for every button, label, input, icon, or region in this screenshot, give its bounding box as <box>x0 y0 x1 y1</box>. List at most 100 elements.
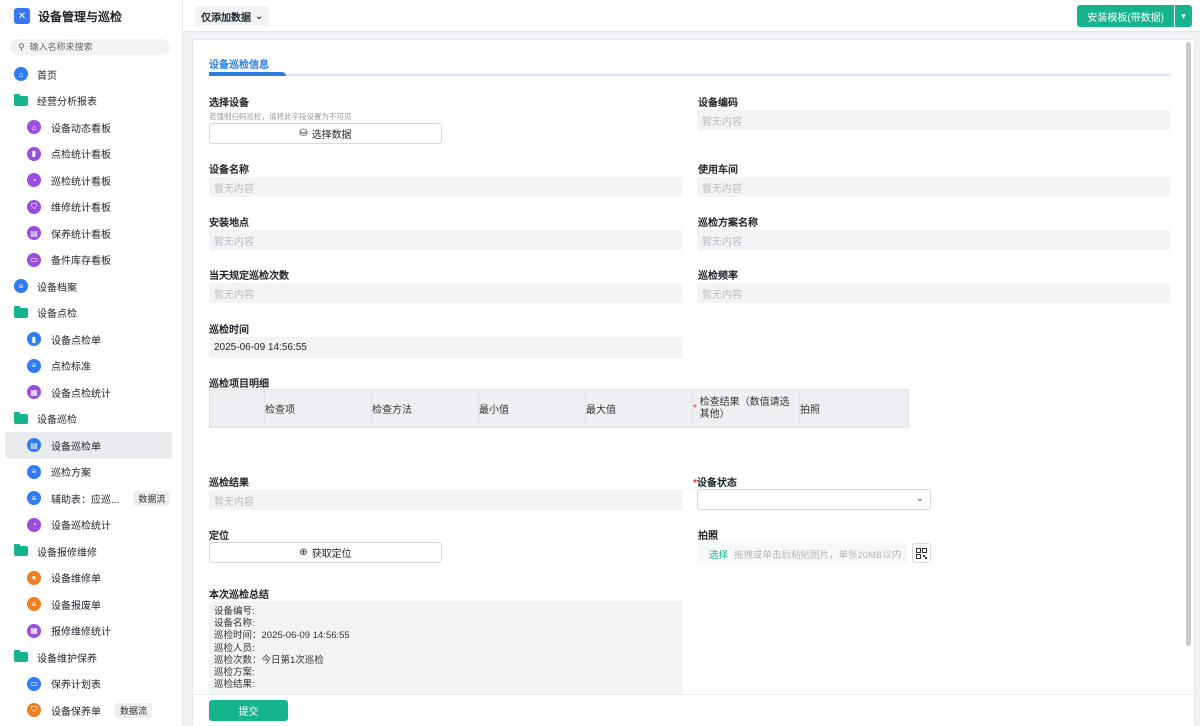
get-location-label: 获取定位 <box>311 549 352 560</box>
search-box[interactable]: ⚲ <box>10 39 170 55</box>
summary-textarea[interactable]: 设备编号: 设备名称: 巡检时间：2025-06-09 14:56:55 巡检人… <box>209 601 682 694</box>
sidebar-item[interactable]: ▦ 报修维修统计 <box>0 618 182 645</box>
bookmark-icon: ▮ <box>27 332 41 347</box>
column-header: 最小值 <box>479 390 586 427</box>
column-header: 检查结果（数值请选其他） <box>699 396 790 420</box>
folder-icon <box>14 93 28 106</box>
sidebar-item-label: 点检统计看板 <box>51 150 111 162</box>
tab-device-inspection-info[interactable]: 设备巡检信息 <box>209 56 269 71</box>
sidebar-item[interactable]: ● 设备维修单 <box>0 565 182 592</box>
shield-icon: ⛉ <box>27 199 41 214</box>
sidebar-item[interactable]: ≡ 设备报废单 <box>0 591 182 618</box>
get-location-button[interactable]: ⊕ 获取定位 <box>209 542 442 563</box>
sidebar-item[interactable]: ▭ 备件库存看板 <box>0 247 182 274</box>
sidebar-item[interactable]: ≡ 点检标准 <box>0 353 182 380</box>
list-icon: ≡ <box>27 491 41 506</box>
photo-upload-tip: 拖拽或单击后粘贴图片，单张20MB以内 <box>734 549 902 561</box>
tab-divider <box>209 74 1171 76</box>
user-icon: ● <box>27 570 41 585</box>
frequency-label: 巡检频率 <box>698 271 738 282</box>
column-header: 检查方法 <box>372 390 479 427</box>
plan-name-field: 暂无内容 <box>697 230 1170 250</box>
data-filter-dropdown[interactable]: 仅添加数据 ⌄ <box>195 6 270 26</box>
sidebar-item[interactable]: ≡ 巡检方案 <box>0 459 182 486</box>
sidebar-item[interactable]: ◔ 巡检统计看板 <box>0 167 182 194</box>
frequency-field: 暂无内容 <box>697 283 1170 303</box>
install-template-button[interactable]: 安装模板(带数据) <box>1077 5 1174 27</box>
summary-line: 巡检次数：今日第1次巡检 <box>214 654 324 666</box>
dataflow-badge: 数据流 <box>133 490 171 506</box>
sidebar-item[interactable]: ⌂ 首页 <box>0 61 182 88</box>
top-bar: 仅添加数据 ⌄ 安装模板(带数据) ▾ <box>183 0 1200 32</box>
sidebar-item[interactable]: ⛉ 维修统计看板 <box>0 194 182 221</box>
summary-line: 巡检方案: <box>214 667 255 679</box>
sidebar-item[interactable]: ⌂ 设备动态看板 <box>0 114 182 141</box>
sidebar-item-label: 巡检统计看板 <box>51 176 111 188</box>
sidebar-item[interactable]: 设备维护保养 <box>0 644 182 671</box>
submit-button[interactable]: 提交 <box>209 700 288 721</box>
photo-select-link[interactable]: 选择 <box>709 547 728 561</box>
inspection-items-label: 巡检项目明细 <box>209 379 269 390</box>
sidebar-item-label: 辅助表：应巡... <box>51 494 120 506</box>
sidebar-item[interactable]: ▦ 设备点检统计 <box>0 379 182 406</box>
chart-icon: ▦ <box>27 385 41 400</box>
card-icon: ▭ <box>27 676 41 691</box>
folder-icon <box>14 305 28 318</box>
device-code-label: 设备编码 <box>698 98 738 109</box>
summary-line: 设备编号: <box>214 606 255 617</box>
chart-icon: ▦ <box>27 623 41 638</box>
inspection-time-label: 巡检时间 <box>209 325 249 336</box>
sidebar-item-label: 备件库存看板 <box>51 256 111 268</box>
select-data-label: 选择数据 <box>311 130 352 141</box>
scrollbar[interactable] <box>1186 42 1191 646</box>
list-icon: ≡ <box>27 358 41 373</box>
required-mark: * <box>693 402 700 414</box>
sidebar-item-label: 维修统计看板 <box>51 203 111 215</box>
location-icon: ⊕ <box>299 547 308 558</box>
folder-icon <box>14 650 28 663</box>
inspection-result-field: 暂无内容 <box>209 490 682 510</box>
sidebar-item[interactable]: ⛉ 设备保养单 数据流 <box>0 697 182 724</box>
sidebar-item[interactable]: 设备点检 <box>0 300 182 327</box>
tab-active-indicator <box>209 72 286 76</box>
sidebar-item[interactable]: 设备巡检 <box>0 406 182 433</box>
select-device-label: 选择设备 <box>209 98 249 109</box>
sidebar-item[interactable]: ▤ 保养统计看板 <box>0 220 182 247</box>
sidebar-item[interactable]: ▮ 设备点检单 <box>0 326 182 353</box>
summary-line: 设备名称: <box>214 618 255 630</box>
sidebar-item[interactable]: ≡ 设备档案 <box>0 273 182 300</box>
box-icon: ▭ <box>27 252 41 267</box>
sidebar-item[interactable]: ≡ 辅助表：应巡... 数据流 <box>0 485 182 512</box>
sidebar-item[interactable]: ▮ 点检统计看板 <box>0 141 182 168</box>
data-filter-label: 仅添加数据 <box>201 12 251 24</box>
sidebar-item[interactable]: ▤ 设备巡检单 <box>5 432 172 459</box>
sidebar-item-label: 设备点检单 <box>51 335 101 347</box>
inspection-items-table: 检查项 检查方法 最小值 最大值 * 检查结果（数值请选其他） 拍照 <box>209 389 909 428</box>
sidebar-item[interactable]: ◔ 设备巡检统计 <box>0 512 182 539</box>
sidebar: ✕ 设备管理与巡检 ⚲ ⌂ 首页经营分析报表 ⌂ 设备动态看板 ▮ 点检统计看板 ◔ 巡检统计… <box>0 0 183 726</box>
dataflow-badge: 数据流 <box>115 702 153 718</box>
sidebar-item-label: 设备点检 <box>37 309 77 321</box>
select-device-hint: 若强制扫码巡检，请将此字段设置为不可见 <box>209 112 352 121</box>
device-name-field: 暂无内容 <box>209 177 682 197</box>
sidebar-item-label: 设备维修单 <box>51 574 101 586</box>
sidebar-item-label: 保养统计看板 <box>51 229 111 241</box>
sidebar-item-label: 保养计划表 <box>51 680 101 692</box>
select-data-button[interactable]: ⛁ 选择数据 <box>209 123 442 144</box>
pie-chart-icon: ◔ <box>27 173 41 188</box>
summary-line: 巡检结果: <box>214 679 255 691</box>
column-header: 拍照 <box>800 405 820 416</box>
sidebar-item-label: 设备巡检单 <box>51 441 101 453</box>
app-title: 设备管理与巡检 <box>38 9 123 24</box>
sidebar-item-label: 设备档案 <box>37 282 77 294</box>
qr-code-button[interactable] <box>912 543 931 563</box>
bottom-bar <box>193 694 1194 726</box>
inspection-result-label: 巡检结果 <box>209 478 249 489</box>
sidebar-item[interactable]: 设备报修维修 <box>0 538 182 565</box>
sidebar-item[interactable]: ▭ 保养计划表 <box>0 671 182 698</box>
photo-upload-area[interactable]: 选择 拖拽或单击后粘贴图片，单张20MB以内 <box>697 543 907 564</box>
device-status-select[interactable]: ⌄ <box>697 489 931 510</box>
install-options-caret-icon[interactable]: ▾ <box>1174 5 1192 27</box>
sidebar-item[interactable]: 经营分析报表 <box>0 88 182 115</box>
search-input[interactable] <box>29 42 160 52</box>
